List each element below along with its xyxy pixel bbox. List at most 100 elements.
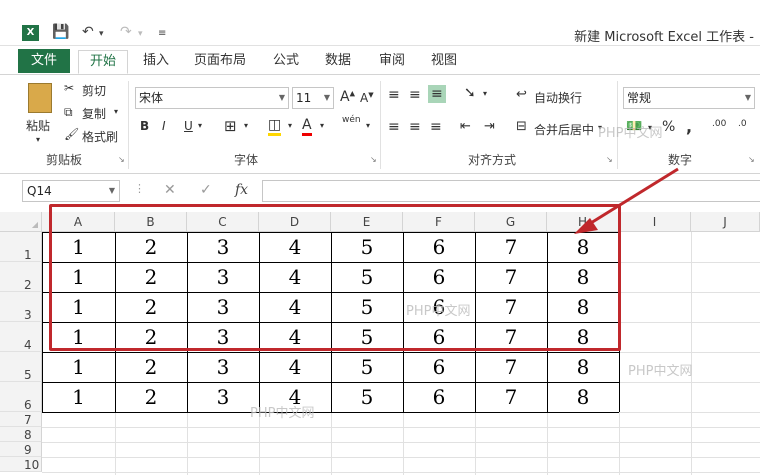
wrap-text-button[interactable]: 自动换行: [534, 89, 582, 106]
select-all-button[interactable]: ◢: [0, 212, 42, 232]
decrease-decimal-button[interactable]: .0: [738, 119, 747, 129]
tab-page-layout[interactable]: 页面布局: [188, 50, 252, 74]
enter-icon[interactable]: ✓: [200, 182, 212, 198]
align-bottom-icon[interactable]: ≡: [428, 85, 446, 103]
cell-f5[interactable]: 6: [403, 352, 475, 382]
excel-app-icon: X: [22, 25, 39, 41]
merge-center-icon[interactable]: ⊟: [516, 119, 527, 134]
tab-view[interactable]: 视图: [424, 50, 464, 74]
column-header-j[interactable]: J: [691, 212, 760, 232]
underline-dropdown-icon[interactable]: ▾: [198, 121, 202, 130]
percent-button[interactable]: %: [662, 119, 675, 135]
format-painter-button[interactable]: 格式刷: [82, 128, 118, 145]
bold-button[interactable]: B: [140, 119, 149, 133]
border-icon[interactable]: ⊞: [224, 117, 237, 135]
cell-c6[interactable]: 3: [187, 382, 259, 412]
tab-insert[interactable]: 插入: [136, 50, 176, 74]
paste-icon[interactable]: [28, 83, 52, 113]
cut-button[interactable]: 剪切: [82, 82, 106, 99]
clipboard-launcher-icon[interactable]: ↘: [118, 155, 125, 164]
font-color-dropdown-icon[interactable]: ▾: [320, 121, 324, 130]
paste-dropdown-icon[interactable]: ▾: [36, 135, 40, 144]
cell-e5[interactable]: 5: [331, 352, 403, 382]
cell-h5[interactable]: 8: [547, 352, 619, 382]
align-top-icon[interactable]: ≡: [388, 87, 400, 103]
cut-icon[interactable]: ✂: [64, 81, 74, 95]
row-header-1[interactable]: 1: [0, 232, 42, 262]
cell-g6[interactable]: 7: [475, 382, 547, 412]
increase-indent-icon[interactable]: ⇥: [484, 119, 495, 134]
align-right-icon[interactable]: ≡: [430, 119, 442, 135]
number-format-combo[interactable]: 常规 ▼: [623, 87, 755, 109]
decrease-font-icon[interactable]: A▼: [360, 91, 374, 105]
cell-a5[interactable]: 1: [42, 352, 115, 382]
cell-g5[interactable]: 7: [475, 352, 547, 382]
row-header-3[interactable]: 3: [0, 292, 42, 322]
chevron-down-icon: ▼: [278, 93, 285, 102]
font-color-button[interactable]: A: [302, 117, 312, 136]
cell-b5[interactable]: 2: [115, 352, 187, 382]
copy-button[interactable]: 复制: [82, 105, 106, 122]
save-icon[interactable]: 💾: [52, 24, 69, 40]
gridline: [691, 232, 692, 475]
number-launcher-icon[interactable]: ↘: [748, 155, 755, 164]
phonetic-button[interactable]: wén: [342, 115, 361, 125]
row-header-5[interactable]: 5: [0, 352, 42, 382]
row-header-10[interactable]: 10: [0, 457, 42, 472]
decrease-indent-icon[interactable]: ⇤: [460, 119, 471, 134]
tab-formulas[interactable]: 公式: [266, 50, 306, 74]
row-header-9[interactable]: 9: [0, 442, 42, 457]
tab-home[interactable]: 开始: [78, 50, 128, 74]
cell-a6[interactable]: 1: [42, 382, 115, 412]
font-size-combo[interactable]: 11 ▼: [292, 87, 334, 109]
align-middle-icon[interactable]: ≡: [409, 87, 421, 103]
increase-decimal-button[interactable]: .00: [712, 119, 726, 129]
row-header-4[interactable]: 4: [0, 322, 42, 352]
italic-button[interactable]: I: [162, 119, 166, 133]
fill-color-icon[interactable]: ◫: [268, 117, 282, 136]
comma-button[interactable]: ,: [686, 117, 692, 136]
align-left-icon[interactable]: ≡: [388, 119, 400, 135]
phonetic-dropdown-icon[interactable]: ▾: [366, 121, 370, 130]
copy-dropdown-icon[interactable]: ▾: [114, 107, 118, 116]
cell-e6[interactable]: 5: [331, 382, 403, 412]
watermark: PHP中文网: [628, 364, 693, 379]
cancel-icon[interactable]: ✕: [164, 182, 176, 198]
tab-data[interactable]: 数据: [318, 50, 358, 74]
font-name-combo[interactable]: 宋体 ▼: [135, 87, 289, 109]
font-size-value: 11: [296, 91, 312, 105]
cell-b6[interactable]: 2: [115, 382, 187, 412]
orientation-dropdown-icon[interactable]: ▾: [483, 89, 487, 98]
align-center-icon[interactable]: ≡: [409, 119, 421, 135]
name-box[interactable]: Q14 ▼: [22, 180, 120, 202]
paste-button[interactable]: 粘贴: [26, 117, 50, 134]
merge-center-button[interactable]: 合并后居中: [534, 121, 594, 138]
increase-font-icon[interactable]: A▲: [340, 89, 355, 105]
cell-d5[interactable]: 4: [259, 352, 331, 382]
tab-file[interactable]: 文件: [18, 49, 70, 73]
redo-dropdown-icon[interactable]: ▾: [138, 29, 143, 39]
undo-icon[interactable]: ↶: [82, 24, 94, 40]
format-painter-icon[interactable]: 🖌: [64, 127, 79, 141]
font-launcher-icon[interactable]: ↘: [370, 155, 377, 164]
copy-icon[interactable]: ⧉: [64, 105, 73, 120]
border-dropdown-icon[interactable]: ▾: [244, 121, 248, 130]
redo-icon[interactable]: ↷: [120, 24, 132, 40]
row-header-7[interactable]: 7: [0, 412, 42, 427]
font-name-value: 宋体: [139, 91, 164, 105]
fill-color-dropdown-icon[interactable]: ▾: [288, 121, 292, 130]
customize-toolbar-icon[interactable]: ≡: [158, 28, 166, 39]
title-bar: X 💾 ↶ ▾ ↷ ▾ ≡ 新建 Microsoft Excel 工作表 -: [0, 0, 760, 46]
orientation-icon[interactable]: ➘: [464, 85, 476, 101]
row-header-2[interactable]: 2: [0, 262, 42, 292]
row-header-6[interactable]: 6: [0, 382, 42, 412]
tab-review[interactable]: 审阅: [372, 50, 412, 74]
undo-dropdown-icon[interactable]: ▾: [99, 29, 104, 39]
cell-c5[interactable]: 3: [187, 352, 259, 382]
underline-button[interactable]: U: [184, 119, 193, 133]
row-header-8[interactable]: 8: [0, 427, 42, 442]
cell-h6[interactable]: 8: [547, 382, 619, 412]
wrap-text-icon[interactable]: ↩: [516, 87, 527, 102]
cell-f6[interactable]: 6: [403, 382, 475, 412]
insert-function-button[interactable]: fx: [235, 182, 248, 198]
